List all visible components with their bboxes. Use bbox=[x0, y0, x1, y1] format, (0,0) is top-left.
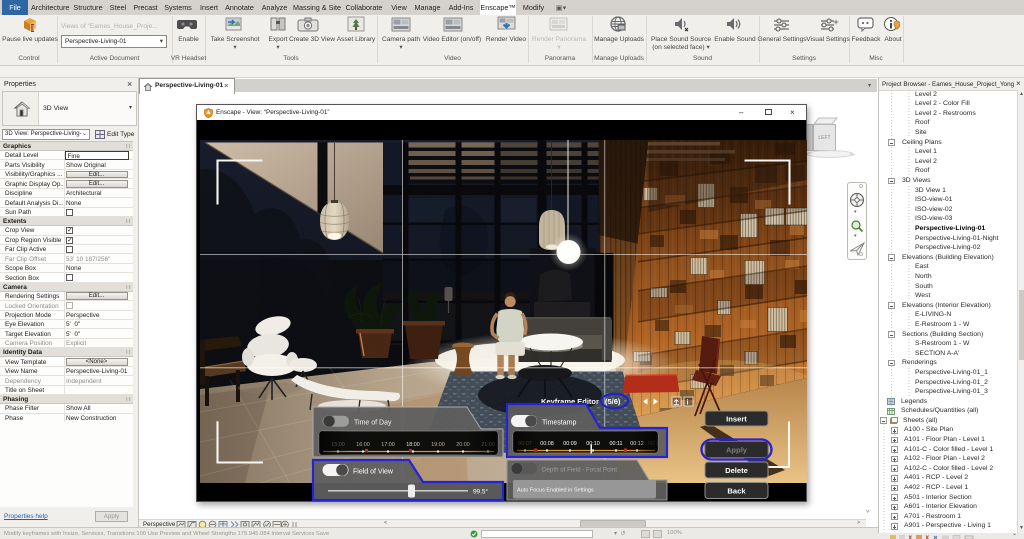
svg-text:Time of Day: Time of Day bbox=[354, 420, 392, 427]
svg-text:Back: Back bbox=[727, 487, 746, 496]
svg-text:Apply: Apply bbox=[726, 446, 748, 455]
svg-text:Auto Focus Enabled in Settings: Auto Focus Enabled in Settings bbox=[517, 488, 594, 494]
svg-text:(5/6): (5/6) bbox=[605, 397, 621, 406]
svg-text:i: i bbox=[687, 399, 689, 406]
svg-text:Field of View: Field of View bbox=[353, 469, 394, 476]
svg-text:Delete: Delete bbox=[725, 466, 748, 475]
svg-text:Insert: Insert bbox=[726, 415, 747, 424]
svg-text:99.5°: 99.5° bbox=[473, 488, 488, 496]
svg-text:Depth of Field - Focal Point: Depth of Field - Focal Point bbox=[542, 467, 617, 474]
svg-text:Timestamp: Timestamp bbox=[542, 420, 576, 427]
